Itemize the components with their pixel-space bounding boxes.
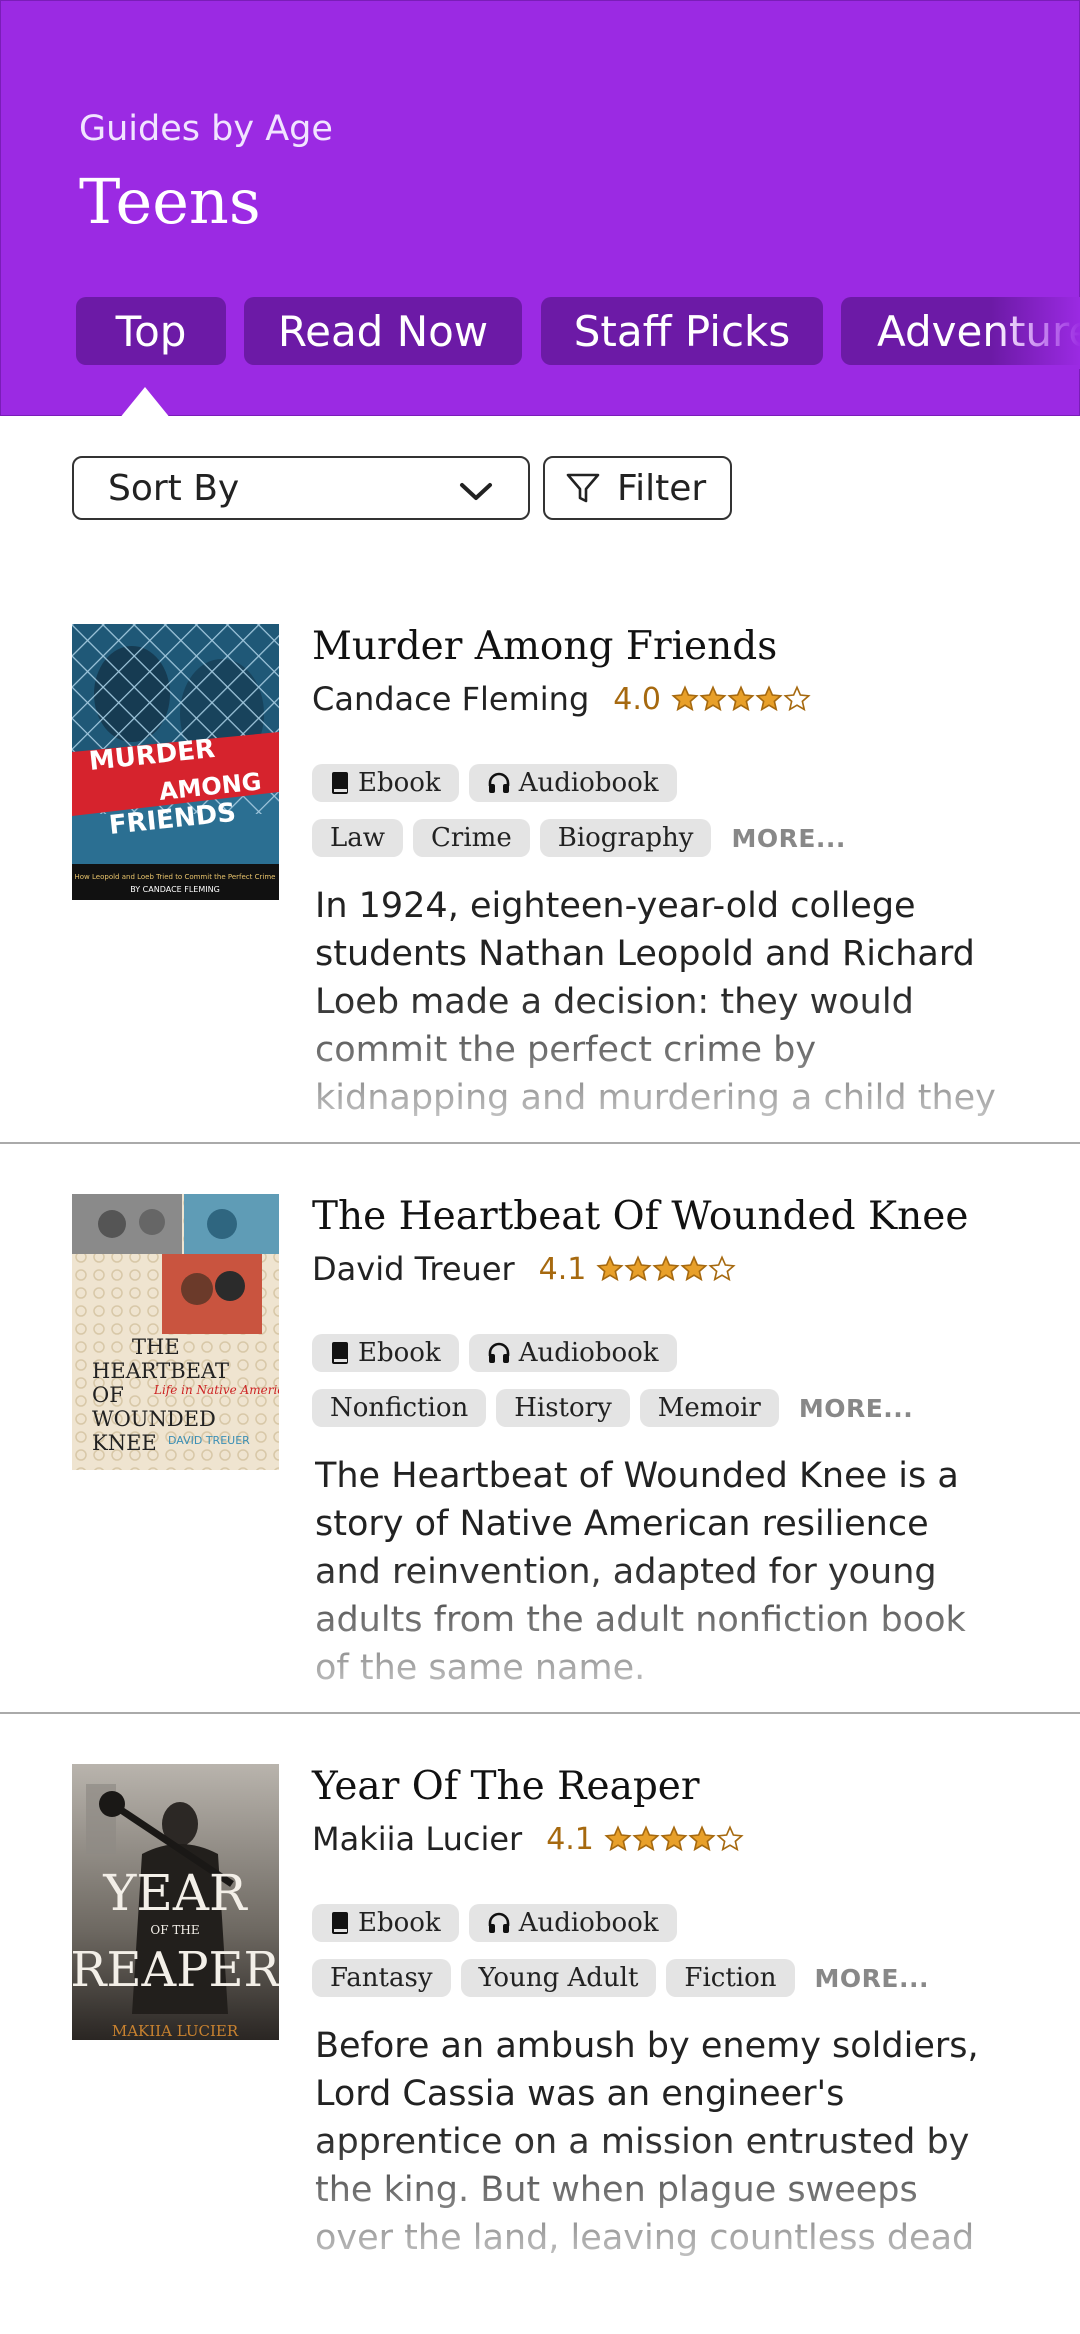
book-title[interactable]: Murder Among Friends — [312, 624, 777, 669]
star-filled-icon — [688, 1825, 716, 1852]
genre-chip[interactable]: Memoir — [639, 1389, 779, 1427]
cover-tagline: Life in Native America — [153, 1383, 279, 1397]
book-cover[interactable]: MURDER AMONG FRIENDS How Leopold and Loe… — [72, 624, 279, 900]
divider — [0, 1142, 1080, 1144]
book-list-item[interactable]: THE HEARTBEAT Life in Native America OF … — [0, 1194, 1080, 1764]
tab-staff-picks[interactable]: Staff Picks — [541, 297, 823, 365]
more-genres-link[interactable]: MORE... — [799, 1394, 913, 1423]
book-icon — [330, 771, 350, 795]
star-rating — [604, 1825, 744, 1853]
format-label: Ebook — [358, 1338, 441, 1368]
format-label: Audiobook — [518, 1908, 659, 1938]
star-filled-icon — [680, 1255, 709, 1282]
star-filled-icon — [755, 685, 783, 712]
header: Guides by Age Teens Top Read Now Staff P… — [0, 0, 1080, 419]
tab-bar: Top Read Now Staff Picks Adventure — [1, 297, 1080, 369]
filter-label: Filter — [617, 467, 707, 509]
star-filled-icon — [727, 685, 755, 712]
cover-text-4: WOUNDED — [92, 1407, 216, 1431]
book-title[interactable]: Year Of The Reaper — [312, 1764, 700, 1809]
sort-by-dropdown[interactable]: Sort By — [72, 456, 530, 520]
genre-chip[interactable]: History — [496, 1389, 630, 1427]
book-icon — [330, 1911, 350, 1935]
cover-text-2: HEARTBEAT — [92, 1359, 229, 1383]
star-filled-icon — [596, 1255, 625, 1282]
star-filled-icon — [624, 1255, 653, 1282]
tab-top[interactable]: Top — [76, 297, 226, 365]
star-outline-icon — [708, 1255, 737, 1282]
cover-tagline: How Leopold and Loeb Tried to Commit the… — [75, 873, 276, 881]
format-label: Ebook — [358, 768, 441, 798]
genre-chip[interactable]: Young Adult — [460, 1959, 657, 1997]
active-tab-indicator — [119, 387, 171, 419]
genre-chip[interactable]: Biography — [539, 819, 712, 857]
headphones-icon — [487, 1341, 511, 1365]
sort-by-label: Sort By — [108, 467, 240, 509]
star-outline-icon — [783, 685, 811, 712]
cover-byline: BY CANDACE FLEMING — [130, 885, 220, 894]
format-chip-ebook[interactable]: Ebook — [312, 764, 459, 802]
genre-chip[interactable]: Fantasy — [312, 1959, 451, 1997]
guide-category: Guides by Age — [79, 109, 333, 149]
star-rating — [671, 685, 811, 713]
star-filled-icon — [671, 685, 699, 712]
cover-text-5: KNEE — [92, 1431, 157, 1455]
book-description: Before an ambush by enemy soldiers, Lord… — [315, 2026, 979, 2258]
star-filled-icon — [604, 1825, 632, 1852]
star-rating — [596, 1255, 737, 1283]
format-chip-audiobook[interactable]: Audiobook — [468, 1904, 677, 1942]
star-filled-icon — [699, 685, 727, 712]
book-icon — [330, 1341, 350, 1365]
format-label: Audiobook — [518, 1338, 659, 1368]
tab-scroll-fade — [991, 297, 1080, 369]
format-chip-ebook[interactable]: Ebook — [312, 1334, 459, 1372]
cover-text-1: THE — [132, 1335, 180, 1359]
headphones-icon — [487, 771, 511, 795]
book-cover[interactable]: YEAR OF THE REAPER MAKIIA LUCIER — [72, 1764, 279, 2040]
book-cover[interactable]: THE HEARTBEAT Life in Native America OF … — [72, 1194, 279, 1470]
book-description: In 1924, eighteen-year-old college stude… — [315, 886, 996, 1118]
star-filled-icon — [652, 1255, 681, 1282]
filter-button[interactable]: Filter — [543, 456, 732, 520]
rating-value: 4.0 — [613, 681, 661, 717]
format-chip-audiobook[interactable]: Audiobook — [468, 764, 677, 802]
book-list-item[interactable]: YEAR OF THE REAPER MAKIIA LUCIER Year Of… — [0, 1764, 1080, 2334]
rating-value: 4.1 — [538, 1251, 587, 1287]
cover-text-1: YEAR — [102, 1864, 248, 1922]
more-genres-link[interactable]: MORE... — [815, 1964, 929, 1993]
cover-text-3: REAPER — [72, 1942, 279, 1998]
book-author[interactable]: David Treuer — [312, 1250, 515, 1288]
headphones-icon — [487, 1911, 511, 1935]
genre-chip[interactable]: Nonfiction — [312, 1389, 487, 1427]
genre-chip[interactable]: Law — [312, 819, 404, 857]
book-author[interactable]: Makiia Lucier — [312, 1820, 522, 1858]
cover-byline: MAKIIA LUCIER — [112, 2022, 239, 2040]
genre-chip[interactable]: Crime — [413, 819, 530, 857]
cover-text-2: OF THE — [150, 1923, 199, 1937]
star-outline-icon — [716, 1825, 744, 1852]
format-chip-ebook[interactable]: Ebook — [312, 1904, 459, 1942]
book-list-item[interactable]: MURDER AMONG FRIENDS How Leopold and Loe… — [0, 624, 1080, 1194]
cover-byline: DAVID TREUER — [168, 1434, 250, 1447]
divider — [0, 1712, 1080, 1714]
cover-text-3: OF — [92, 1383, 124, 1407]
page-title: Teens — [79, 165, 261, 238]
format-label: Audiobook — [518, 768, 659, 798]
format-label: Ebook — [358, 1908, 441, 1938]
filter-icon — [565, 470, 617, 506]
book-description: The Heartbeat of Wounded Knee is a story… — [315, 1456, 966, 1688]
chevron-down-icon — [458, 474, 494, 515]
star-filled-icon — [660, 1825, 688, 1852]
rating-value: 4.1 — [546, 1821, 594, 1857]
book-title[interactable]: The Heartbeat Of Wounded Knee — [312, 1194, 968, 1239]
more-genres-link[interactable]: MORE... — [731, 824, 845, 853]
genre-chip[interactable]: Fiction — [666, 1959, 795, 1997]
star-filled-icon — [632, 1825, 660, 1852]
tab-read-now[interactable]: Read Now — [244, 297, 522, 365]
format-chip-audiobook[interactable]: Audiobook — [468, 1334, 677, 1372]
book-author[interactable]: Candace Fleming — [312, 680, 589, 718]
